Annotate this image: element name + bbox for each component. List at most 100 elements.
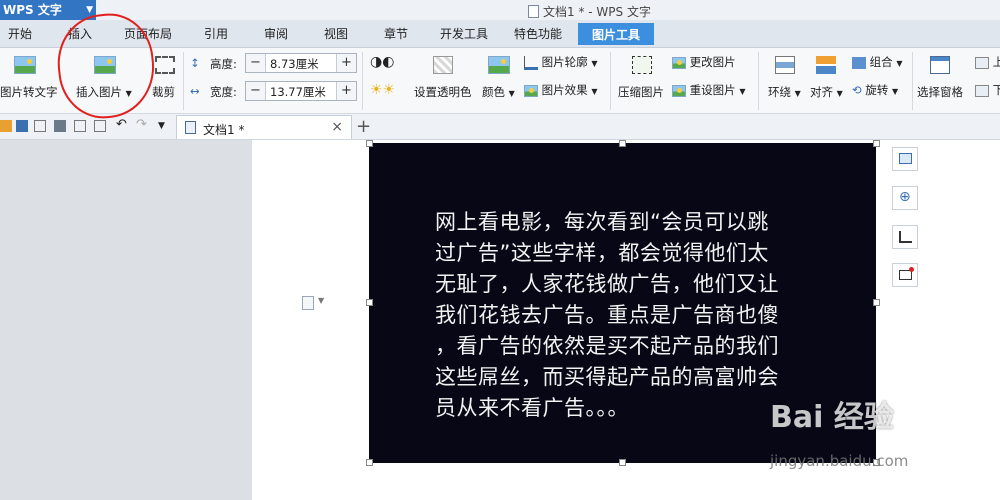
chevron-down-icon: ▼ — [794, 89, 801, 98]
crop-button[interactable] — [155, 56, 175, 74]
color-icon — [488, 56, 510, 74]
paragraph-marker-icon[interactable] — [302, 296, 314, 310]
height-increase-button[interactable]: + — [336, 54, 356, 72]
document-tab[interactable]: 文档1 * × — [176, 115, 352, 139]
width-stepper[interactable]: − 13.77厘米 + — [245, 81, 357, 101]
picture-text-line: 网上看电影，每次看到“会员可以跳 — [435, 210, 769, 234]
chevron-down-icon[interactable]: ▼ — [318, 296, 324, 305]
wrap-label[interactable]: 环绕 ▼ — [768, 84, 801, 100]
set-transparent-label: 设置透明色 — [414, 85, 472, 99]
resize-handle-top-right[interactable] — [873, 140, 880, 147]
wrap-button[interactable] — [775, 56, 795, 74]
reset-picture-icon — [672, 84, 686, 97]
baidu-watermark-logo: Bai 经验 — [770, 400, 894, 435]
compress-icon — [632, 56, 652, 74]
tab-home[interactable]: 开始 — [8, 25, 32, 42]
picture-text-line: 这些屌丝，而买得起产品的高富帅会 — [435, 365, 779, 389]
color-button[interactable] — [488, 56, 510, 74]
picture-outline-button[interactable]: 图片轮廓 ▼ — [524, 54, 597, 70]
send-backward-button[interactable]: 下 — [975, 82, 1000, 98]
layout-options-button[interactable] — [892, 147, 918, 171]
compress-picture-label: 压缩图片 — [618, 85, 664, 99]
tab-chapter[interactable]: 章节 — [384, 25, 408, 42]
width-decrease-button[interactable]: − — [246, 82, 266, 100]
chevron-down-icon: ▼ — [591, 87, 598, 96]
resize-handle-left[interactable] — [366, 299, 373, 306]
crop-icon — [155, 56, 175, 74]
pic-to-text-label: 图片转文字 — [0, 85, 58, 99]
tab-view[interactable]: 视图 — [324, 25, 348, 42]
color-label[interactable]: 颜色 ▼ — [482, 84, 515, 100]
resize-handle-top-left[interactable] — [366, 140, 373, 147]
width-input[interactable]: 13.77厘米 — [270, 84, 326, 100]
crop-label: 裁剪 — [152, 85, 175, 99]
align-label[interactable]: 对齐 ▼ — [810, 84, 843, 100]
crop-side-button[interactable] — [892, 225, 918, 249]
group-button[interactable]: 组合 ▼ — [852, 54, 902, 70]
height-decrease-button[interactable]: − — [246, 54, 266, 72]
chevron-down-icon: ▼ — [836, 89, 843, 98]
selection-pane-icon — [930, 56, 950, 74]
zoom-picture-button[interactable]: ⊕ — [892, 186, 918, 210]
contrast-icon[interactable]: ◑◐ — [370, 54, 394, 70]
document-tab-title: 文档1 * — [203, 123, 245, 137]
baidu-watermark-url: jingyan.baidu.com — [770, 452, 909, 470]
open-icon[interactable] — [0, 120, 12, 132]
pen-outline-icon — [524, 55, 538, 70]
resize-handle-bottom[interactable] — [619, 459, 626, 466]
spell-check-icon[interactable] — [94, 120, 106, 132]
chevron-down-icon: ▼ — [891, 87, 899, 96]
align-icon — [816, 56, 836, 74]
undo-icon[interactable]: ↶ — [116, 118, 128, 132]
save-icon[interactable] — [16, 120, 28, 132]
close-icon[interactable]: × — [331, 119, 343, 135]
customize-toolbar-icon[interactable]: ▼ — [158, 120, 170, 132]
height-stepper[interactable]: − 8.73厘米 + — [245, 53, 357, 73]
group-icon — [852, 56, 866, 69]
tab-developer[interactable]: 开发工具 — [440, 25, 488, 42]
picture-effect-icon — [524, 84, 538, 97]
status-dot-icon — [909, 267, 914, 272]
resize-handle-top[interactable] — [619, 140, 626, 147]
set-transparent-button[interactable] — [433, 56, 453, 74]
width-icon: ↔ — [190, 84, 200, 98]
pic-to-text-button[interactable] — [14, 56, 36, 74]
rotate-button[interactable]: ⟲ 旋转 ▼ — [852, 82, 898, 98]
picture-border-button[interactable] — [892, 263, 918, 287]
width-label: 宽度: — [210, 85, 237, 99]
resize-handle-right[interactable] — [873, 299, 880, 306]
redo-icon[interactable]: ↷ — [136, 118, 148, 132]
rotate-icon: ⟲ — [852, 83, 862, 97]
picture-effect-button[interactable]: 图片效果 ▼ — [524, 82, 597, 98]
width-increase-button[interactable]: + — [336, 82, 356, 100]
tab-references[interactable]: 引用 — [204, 25, 228, 42]
height-input[interactable]: 8.73厘米 — [270, 56, 319, 72]
compress-picture-button[interactable] — [632, 56, 652, 74]
text-wrap-icon — [775, 56, 795, 74]
send-backward-icon — [975, 84, 989, 97]
selection-pane-button[interactable] — [930, 56, 950, 74]
tab-review[interactable]: 审阅 — [264, 25, 288, 42]
print-icon[interactable] — [54, 120, 66, 132]
bring-forward-button[interactable]: 上 — [975, 54, 1000, 70]
export-pdf-icon[interactable] — [34, 120, 46, 132]
change-picture-button[interactable]: 更改图片 — [672, 54, 736, 70]
resize-handle-bottom-left[interactable] — [366, 459, 373, 466]
bring-forward-icon — [975, 56, 989, 69]
tab-special-features[interactable]: 特色功能 — [514, 25, 562, 42]
chevron-down-icon: ▼ — [591, 59, 598, 68]
brightness-icon[interactable]: ☀☀ — [370, 82, 395, 98]
app-menu-button[interactable]: WPS 文字 ▼ — [0, 0, 96, 20]
height-label: 高度: — [210, 57, 237, 71]
picture-text-line: 我们花钱去广告。重点是广告商也傻 — [435, 303, 779, 327]
app-menu-label: WPS 文字 — [3, 3, 62, 17]
document-icon — [528, 5, 539, 18]
tab-picture-tools[interactable]: 图片工具 — [578, 23, 655, 45]
height-icon: ↕ — [190, 56, 200, 70]
selection-pane-label: 选择窗格 — [917, 85, 963, 99]
reset-picture-button[interactable]: 重设图片 ▼ — [672, 82, 745, 98]
print-preview-icon[interactable] — [74, 120, 86, 132]
title-bar: WPS 文字 ▼ 文档1 * - WPS 文字 — [0, 0, 1000, 20]
align-button[interactable] — [816, 56, 836, 74]
new-tab-button[interactable]: + — [356, 116, 371, 137]
